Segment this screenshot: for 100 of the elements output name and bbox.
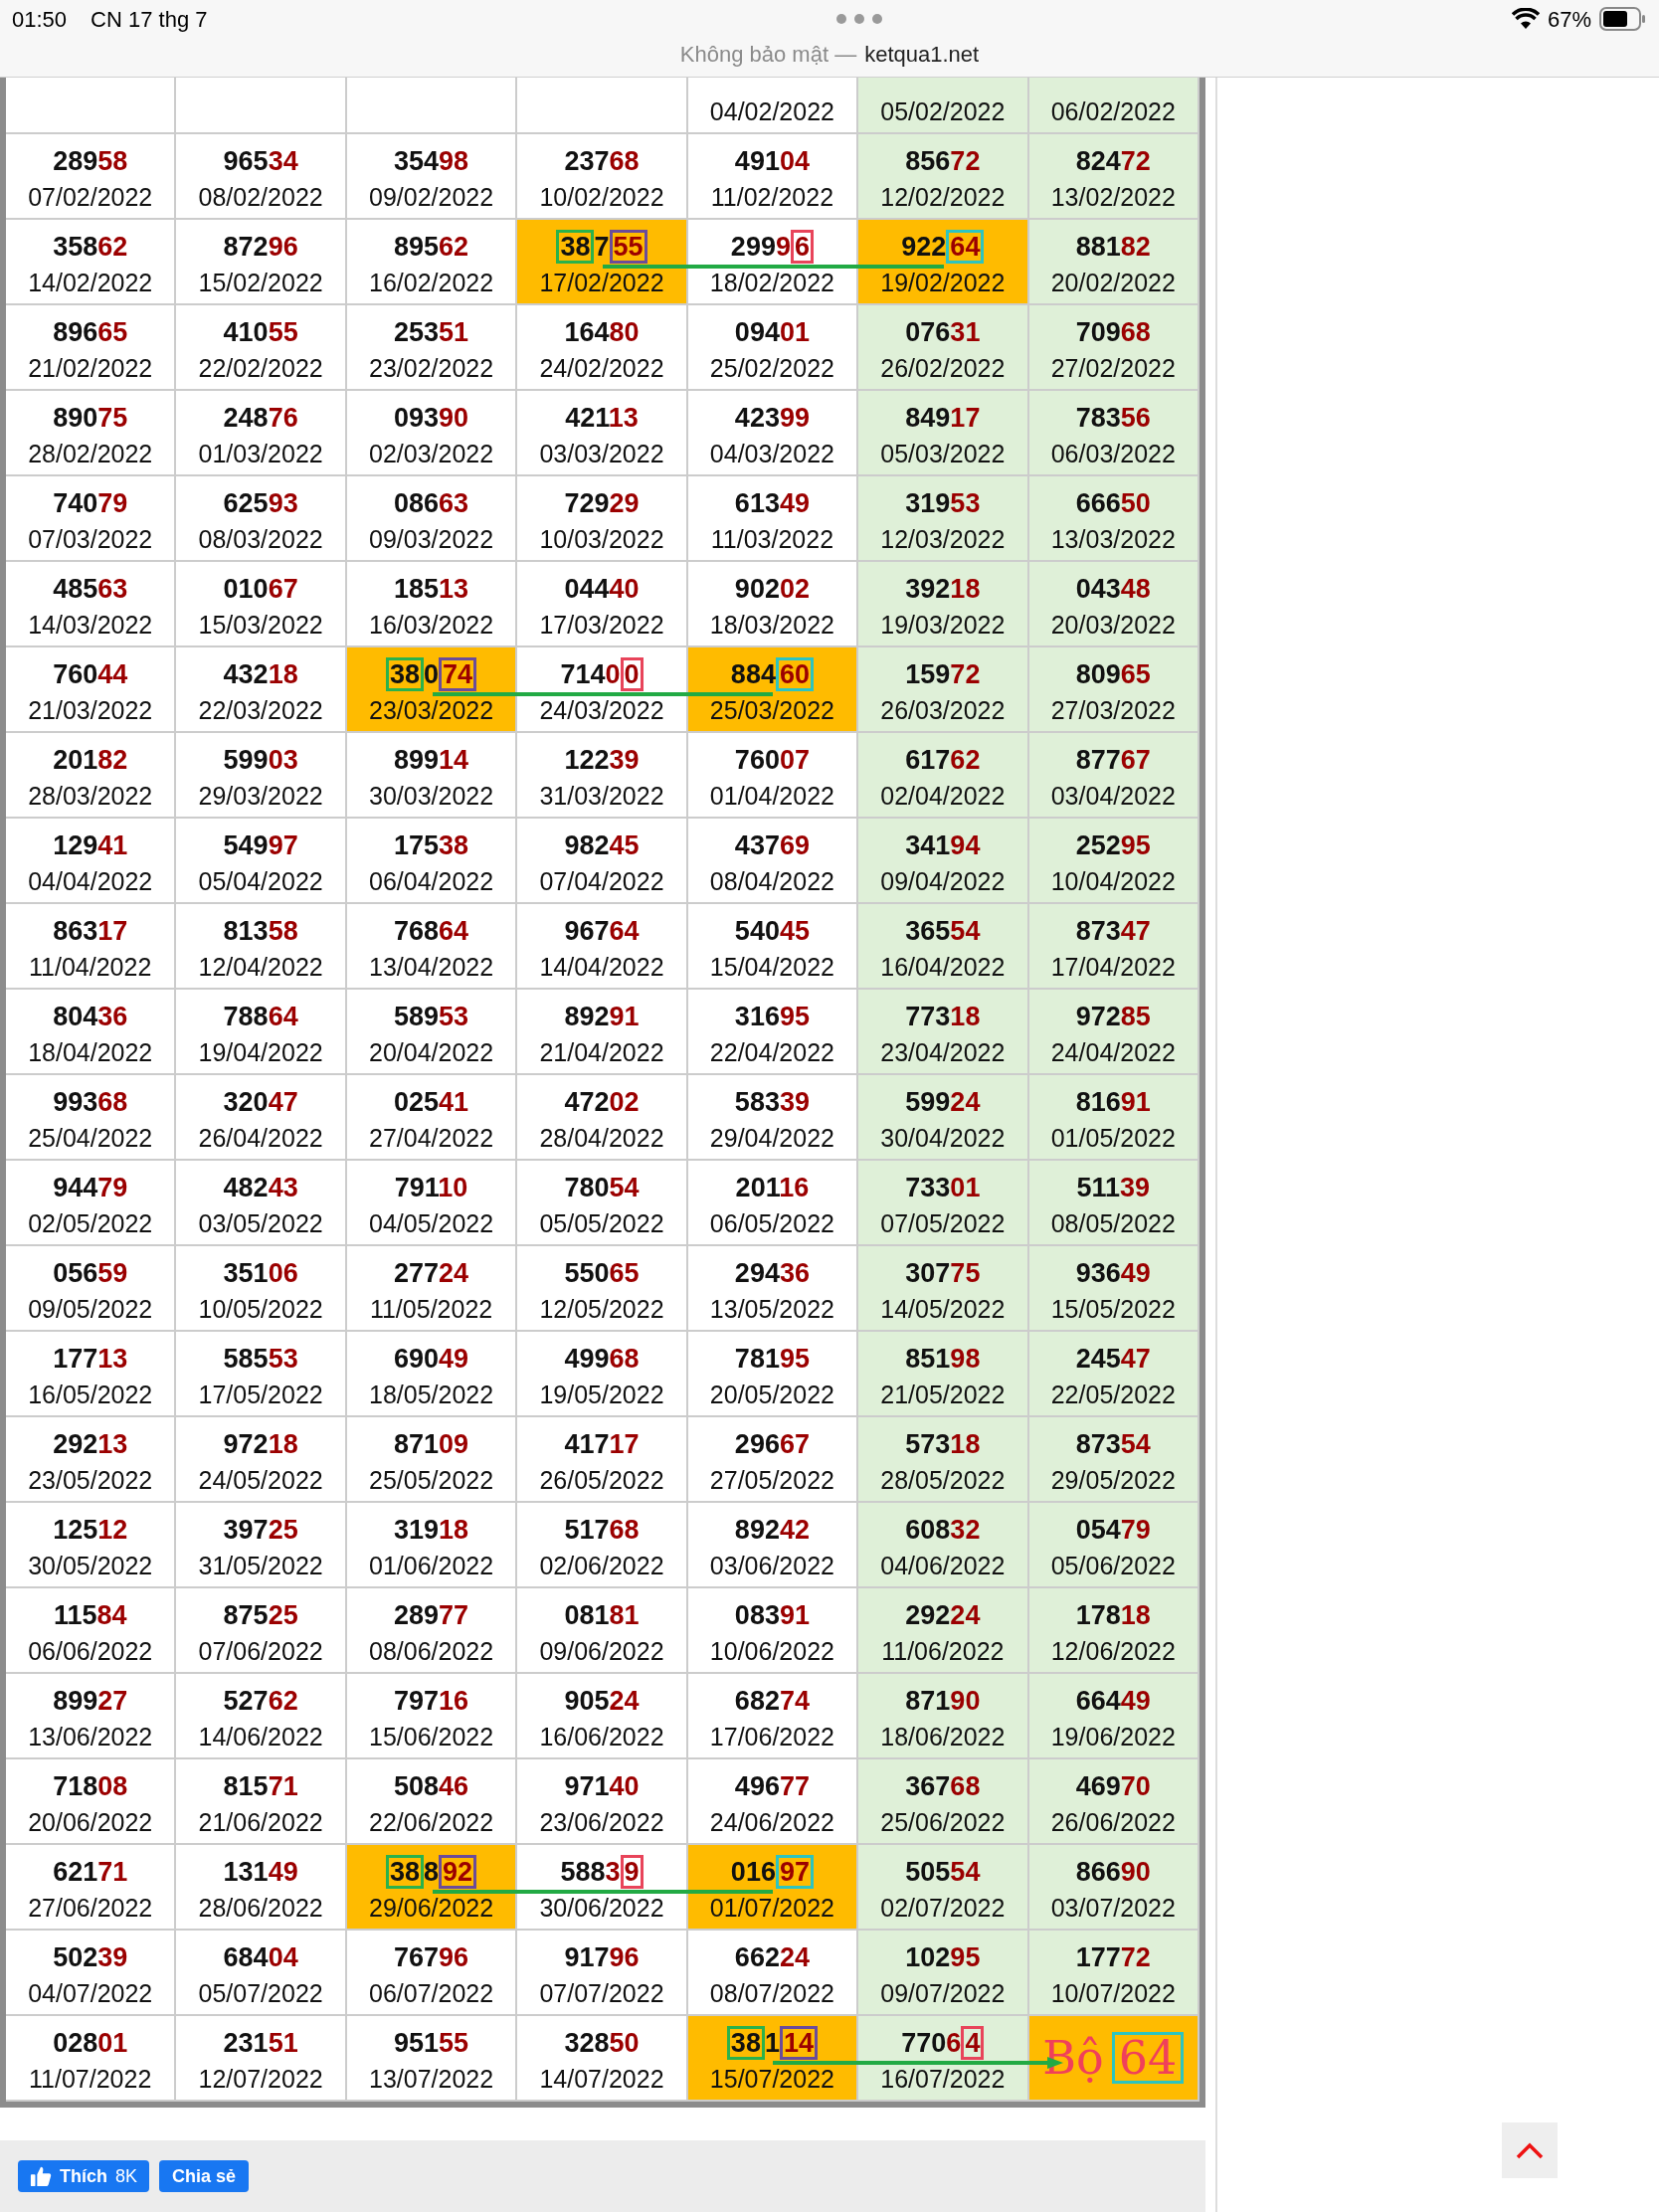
draw-date: 30/05/2022	[28, 1551, 153, 1580]
boxed-digits: 55	[609, 230, 647, 264]
draw-date: 19/03/2022	[880, 610, 1006, 640]
draw-date: 20/05/2022	[709, 1380, 834, 1409]
draw-date: 03/06/2022	[709, 1551, 834, 1580]
draw-date: 30/04/2022	[880, 1123, 1006, 1153]
draw-date: 10/06/2022	[709, 1636, 834, 1666]
lottery-number: 89242	[734, 1514, 810, 1547]
draw-date: 22/06/2022	[369, 1807, 494, 1837]
draw-date: 16/04/2022	[880, 952, 1006, 982]
draw-date: 27/05/2022	[709, 1465, 834, 1495]
lottery-number: 05659	[53, 1257, 128, 1290]
lottery-number: 89927	[53, 1685, 128, 1718]
draw-date: 02/04/2022	[880, 781, 1006, 811]
draw-date: 28/03/2022	[28, 781, 153, 811]
draw-date: 04/03/2022	[709, 439, 834, 468]
lottery-number: 43769	[734, 830, 810, 862]
lottery-number: 86690	[1075, 1856, 1151, 1889]
draw-date: 08/07/2022	[709, 1978, 834, 2008]
lottery-number: 42113	[565, 402, 639, 435]
lottery-number: 11584	[53, 1599, 127, 1632]
draw-date: 16/02/2022	[369, 268, 494, 297]
lottery-number: 28977	[394, 1599, 469, 1632]
draw-date: 04/06/2022	[880, 1551, 1006, 1580]
draw-date: 14/06/2022	[198, 1722, 323, 1751]
like-button[interactable]: Thích 8K	[18, 2160, 150, 2192]
lottery-number: 97285	[1075, 1001, 1151, 1033]
lottery-number: 20182	[53, 744, 128, 777]
lottery-number: 60832	[905, 1514, 981, 1547]
lottery-number: 78864	[223, 1001, 298, 1033]
lottery-number: 76796	[394, 1941, 469, 1974]
lottery-number: 46970	[1075, 1770, 1151, 1803]
lottery-number: 17713	[53, 1343, 128, 1376]
draw-date: 25/04/2022	[28, 1123, 153, 1153]
number-digits: 884	[730, 658, 776, 691]
draw-date: 20/06/2022	[28, 1807, 153, 1837]
boxed-digits: 64	[1111, 2032, 1185, 2084]
lottery-number: 87347	[1075, 915, 1151, 948]
draw-date: 27/04/2022	[369, 1123, 494, 1153]
draw-date: 08/03/2022	[198, 524, 323, 554]
draw-date: 04/04/2022	[28, 866, 153, 896]
lottery-number: 85672	[905, 145, 981, 178]
draw-date: 19/06/2022	[1050, 1722, 1176, 1751]
share-button[interactable]: Chia sẻ	[159, 2160, 250, 2192]
number-digits: 588	[560, 1856, 606, 1889]
site-address[interactable]: ketqua1.net	[864, 38, 980, 71]
more-icon[interactable]	[836, 14, 883, 24]
draw-date: 15/07/2022	[709, 2064, 834, 2094]
security-label: Không bảo mật —	[679, 41, 857, 69]
lottery-number: 87767	[1075, 744, 1151, 777]
lottery-number: 27724	[394, 1257, 469, 1290]
draw-date: 03/04/2022	[1050, 781, 1176, 811]
draw-date: 17/04/2022	[1050, 952, 1176, 982]
draw-date: 30/03/2022	[369, 781, 494, 811]
lottery-number: 62593	[223, 487, 298, 520]
scroll-top-button[interactable]	[1502, 2122, 1558, 2178]
number-digits: 714	[560, 658, 606, 691]
draw-date: 02/05/2022	[28, 1208, 153, 1238]
lottery-number: 87354	[1075, 1428, 1151, 1461]
draw-date: 18/03/2022	[709, 610, 834, 640]
lottery-number: 99368	[53, 1086, 128, 1119]
draw-date: 06/03/2022	[1050, 439, 1176, 468]
lottery-number: 10295	[905, 1941, 981, 1974]
boxed-digits: 38	[726, 2026, 765, 2060]
draw-date: 09/06/2022	[539, 1636, 664, 1666]
lottery-number: 48243	[223, 1172, 298, 1204]
lottery-number: 86317	[53, 915, 128, 948]
draw-date: 26/05/2022	[539, 1465, 664, 1495]
draw-date: 31/05/2022	[198, 1551, 323, 1580]
draw-date: 28/06/2022	[198, 1893, 323, 1923]
draw-date: 01/07/2022	[709, 1893, 834, 1923]
lottery-number: 95155	[394, 2027, 469, 2060]
lottery-number: 01067	[223, 573, 298, 606]
lottery-number: 59924	[905, 1086, 981, 1119]
lottery-number: 61349	[734, 487, 810, 520]
draw-date: 15/03/2022	[198, 610, 323, 640]
draw-date: 05/06/2022	[1050, 1551, 1176, 1580]
draw-date: 03/05/2022	[198, 1208, 323, 1238]
lottery-number: 50846	[394, 1770, 469, 1803]
draw-date: 17/03/2022	[539, 610, 664, 640]
draw-date: 14/07/2022	[539, 2064, 664, 2094]
draw-date: 15/05/2022	[1050, 1294, 1176, 1324]
lottery-number: 41717	[564, 1428, 640, 1461]
status-time: 01:50	[12, 5, 68, 34]
battery-percent: 67%	[1547, 5, 1591, 34]
draw-date: 17/06/2022	[709, 1722, 834, 1751]
lottery-number: 32850	[564, 2027, 640, 2060]
lottery-number: 70968	[1075, 316, 1151, 349]
number-digits: 770	[901, 2027, 947, 2060]
lottery-number: 34194	[905, 830, 981, 862]
lottery-number: 09401	[734, 316, 810, 349]
draw-date: 06/02/2022	[1050, 96, 1176, 126]
lottery-number: 39218	[905, 573, 981, 606]
draw-date: 13/07/2022	[369, 2064, 494, 2094]
lottery-number: 78195	[734, 1343, 810, 1376]
draw-date: 06/05/2022	[709, 1208, 834, 1238]
boxed-digits: 64	[946, 230, 985, 264]
lottery-number: 93649	[1075, 1257, 1151, 1290]
lottery-number: 35862	[53, 231, 128, 264]
draw-date: 10/04/2022	[1050, 866, 1176, 896]
